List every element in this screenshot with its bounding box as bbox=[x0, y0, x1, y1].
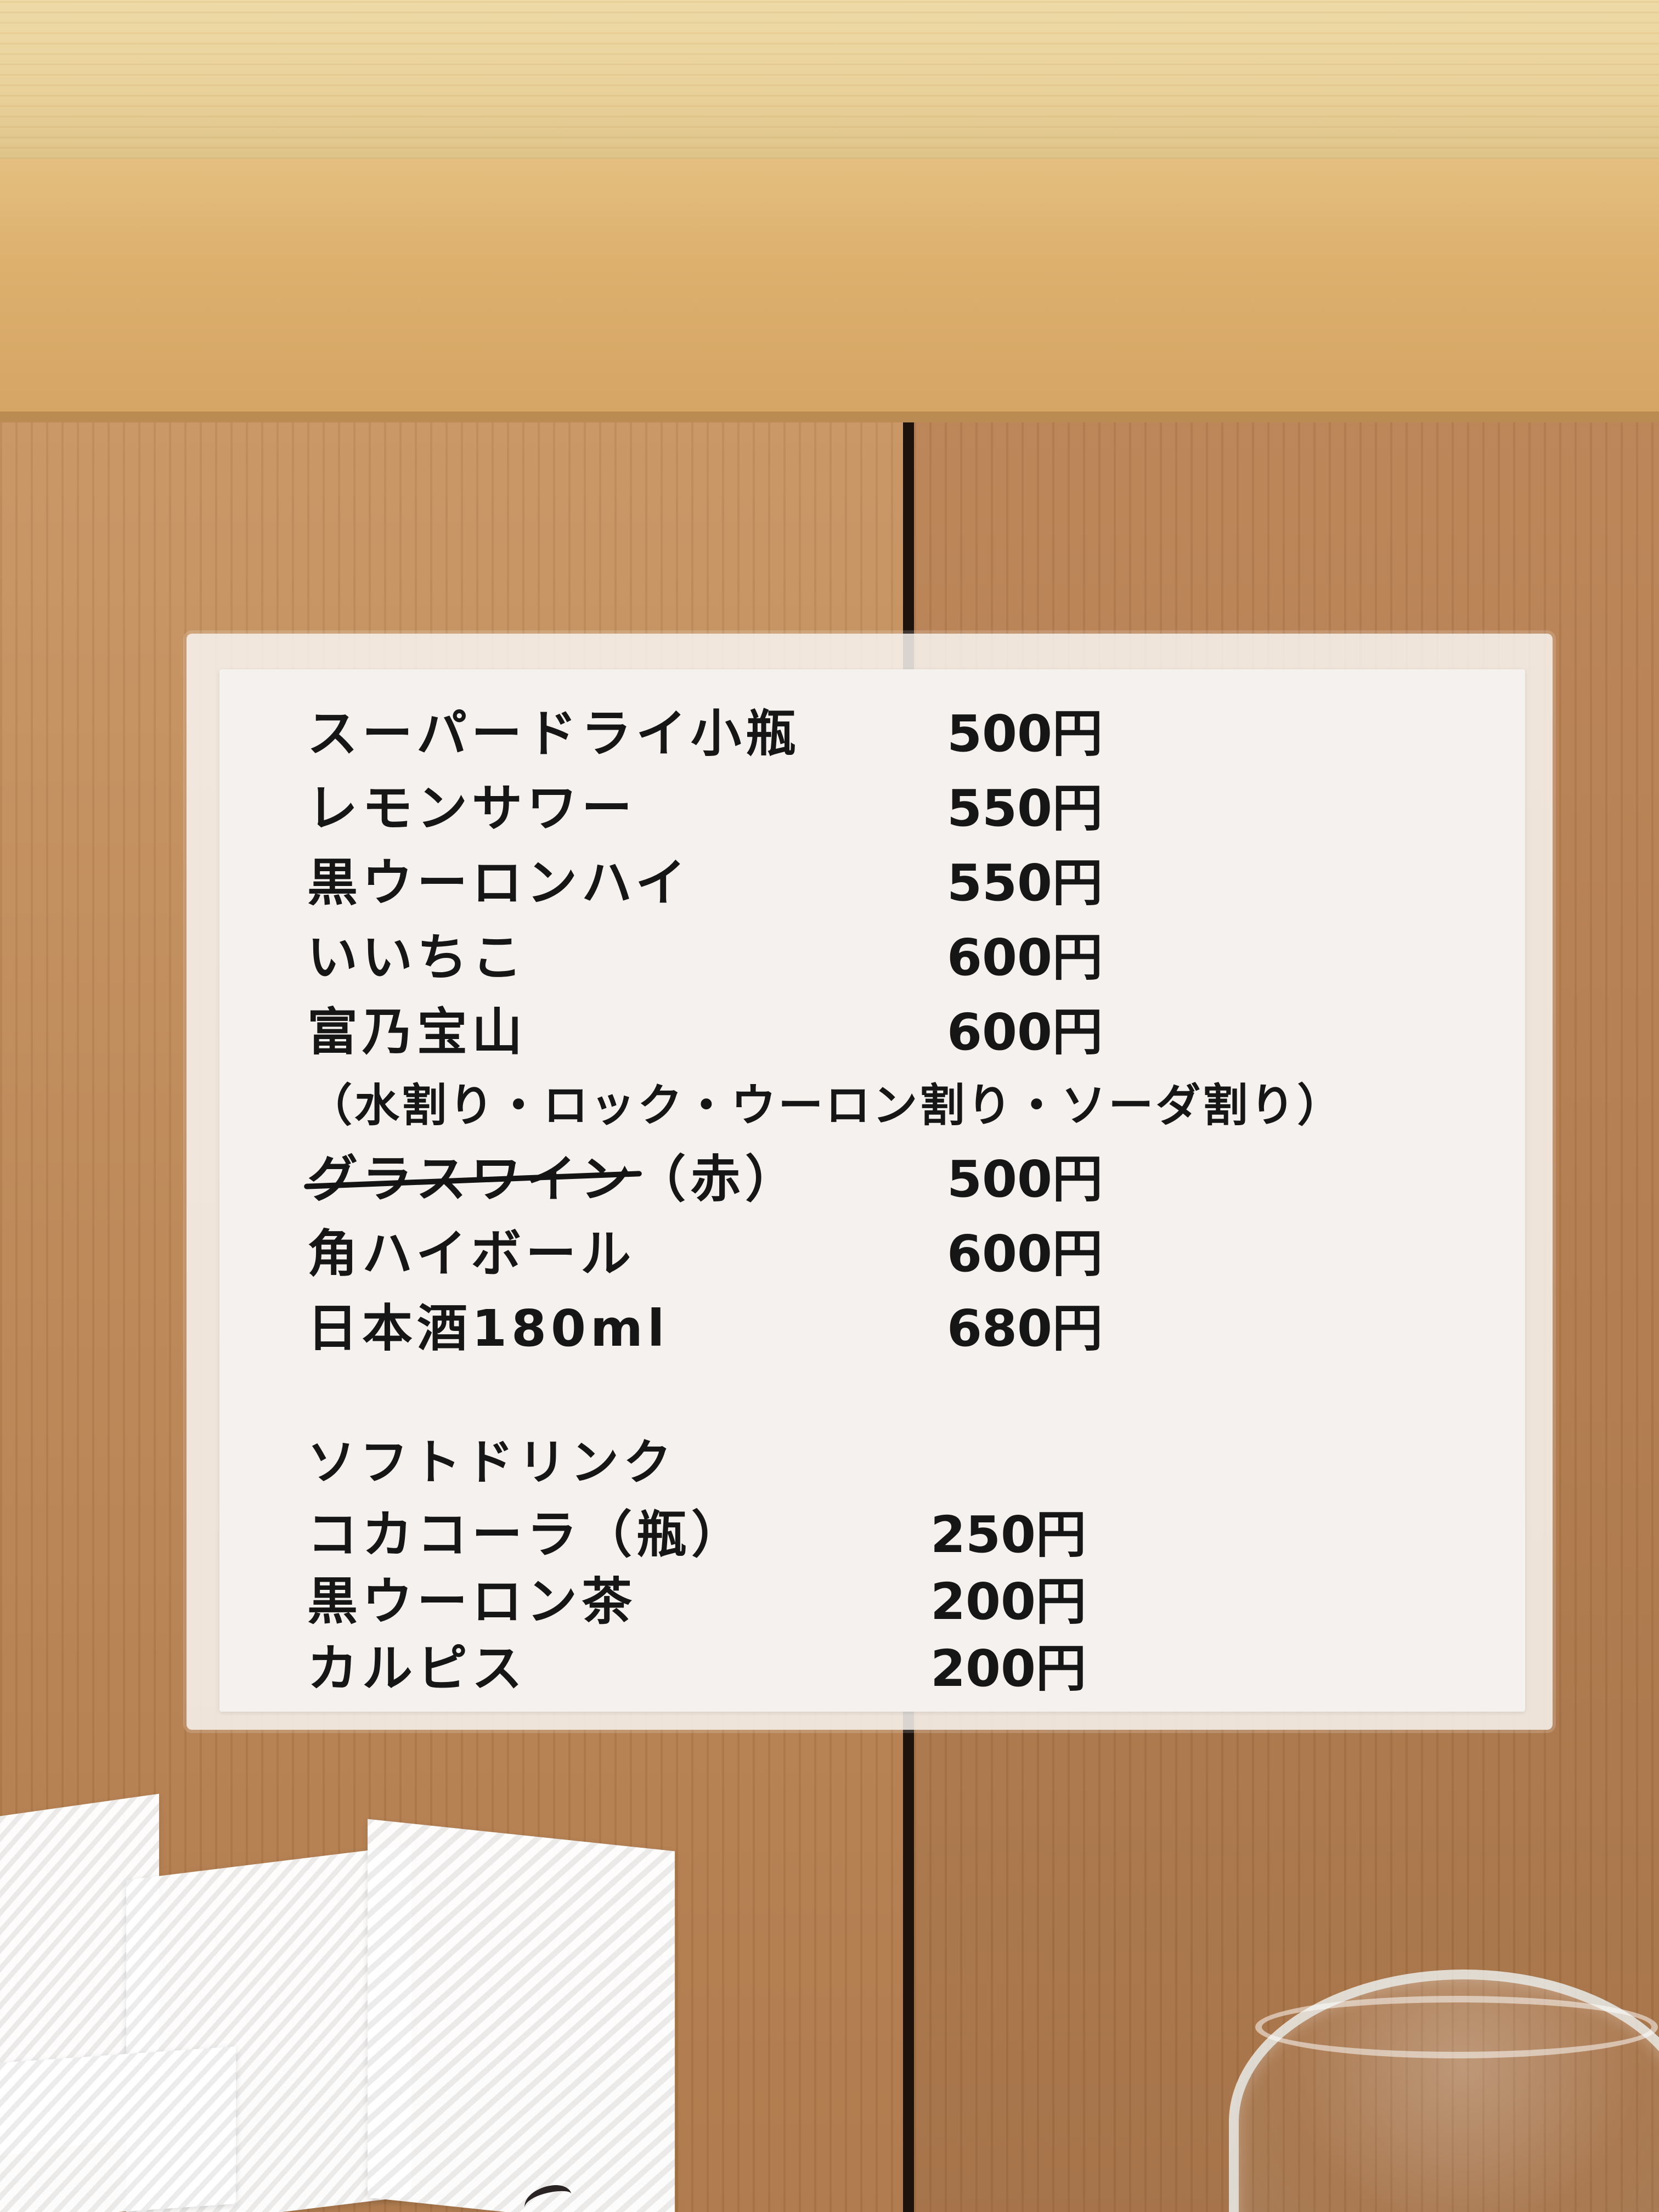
menu-item-name: 富乃宝山 bbox=[307, 1003, 527, 1062]
menu-row-glass-wine: グラスワイン（赤） 500円 bbox=[307, 1148, 1218, 1211]
menu-item-price: 500円 bbox=[946, 1150, 1103, 1209]
menu-row-calpis: カルピス 200円 bbox=[307, 1637, 1218, 1701]
menu-item-name: 黒ウーロンハイ bbox=[307, 854, 691, 912]
menu-row-sake-180ml: 日本酒180ml 680円 bbox=[307, 1297, 1218, 1361]
wooden-shelf-rail bbox=[0, 159, 1659, 422]
menu-item-name: スーパードライ小瓶 bbox=[307, 704, 801, 763]
menu-item-price: 680円 bbox=[946, 1299, 1103, 1358]
menu-row-lemon-sour: レモンサワー 550円 bbox=[307, 777, 1218, 840]
menu-item-price: 550円 bbox=[946, 854, 1103, 912]
menu-item-name-struck-row: グラスワイン（赤） bbox=[307, 1148, 800, 1211]
menu-item-price: 550円 bbox=[946, 779, 1103, 838]
menu-row-kaku-highball: 角ハイボール 600円 bbox=[307, 1222, 1218, 1286]
paper-towel-packets bbox=[0, 1769, 724, 2212]
menu-row-iichiko: いいちこ 600円 bbox=[307, 926, 1218, 990]
menu-item-price: 600円 bbox=[946, 1224, 1103, 1283]
menu-item-name: 黒ウーロン茶 bbox=[307, 1572, 637, 1631]
glass-rim bbox=[1255, 1996, 1658, 2058]
drink-style-note: （水割り・ロック・ウーロン割り・ソーダ割り） bbox=[307, 1080, 1345, 1132]
menu-item-price: 500円 bbox=[946, 704, 1103, 763]
menu-item-name: レモンサワー bbox=[307, 779, 637, 838]
drink-menu-card: スーパードライ小瓶 500円 レモンサワー 550円 黒ウーロンハイ 550円 … bbox=[219, 669, 1525, 1712]
soft-drinks-title: ソフトドリンク bbox=[307, 1434, 676, 1491]
menu-row-black-oolong-high: 黒ウーロンハイ 550円 bbox=[307, 851, 1218, 915]
menu-item-price: 600円 bbox=[946, 1003, 1103, 1062]
menu-item-price: 600円 bbox=[946, 928, 1103, 987]
drink-menu-content: スーパードライ小瓶 500円 レモンサワー 550円 黒ウーロンハイ 550円 … bbox=[307, 702, 1481, 1698]
menu-row-coca-cola: コカコーラ（瓶） 250円 bbox=[307, 1503, 1218, 1567]
menu-item-name: いいちこ bbox=[307, 928, 527, 987]
menu-item-name: 角ハイボール bbox=[307, 1224, 636, 1283]
menu-item-price: 200円 bbox=[930, 1639, 1086, 1698]
menu-row-tominohozan: 富乃宝山 600円 bbox=[307, 1001, 1218, 1064]
struck-wine-name: グラスワイン bbox=[307, 1148, 635, 1211]
menu-item-price: 200円 bbox=[930, 1572, 1086, 1631]
paper-packet bbox=[0, 2046, 236, 2212]
menu-item-name: 日本酒180ml bbox=[307, 1299, 669, 1358]
menu-item-price: 250円 bbox=[930, 1505, 1086, 1564]
paper-packet bbox=[368, 1819, 675, 2212]
wooden-shelf-top bbox=[0, 0, 1659, 166]
wine-color-label: （赤） bbox=[635, 1150, 800, 1209]
menu-row-black-oolong-tea: 黒ウーロン茶 200円 bbox=[307, 1570, 1218, 1634]
menu-row-super-dry: スーパードライ小瓶 500円 bbox=[307, 702, 1218, 766]
menu-item-name: カルピス bbox=[307, 1639, 527, 1698]
shelf-wood-grain bbox=[0, 0, 1659, 159]
menu-photo-scene: スーパードライ小瓶 500円 レモンサワー 550円 黒ウーロンハイ 550円 … bbox=[0, 0, 1659, 2212]
menu-item-name: コカコーラ（瓶） bbox=[307, 1505, 747, 1564]
